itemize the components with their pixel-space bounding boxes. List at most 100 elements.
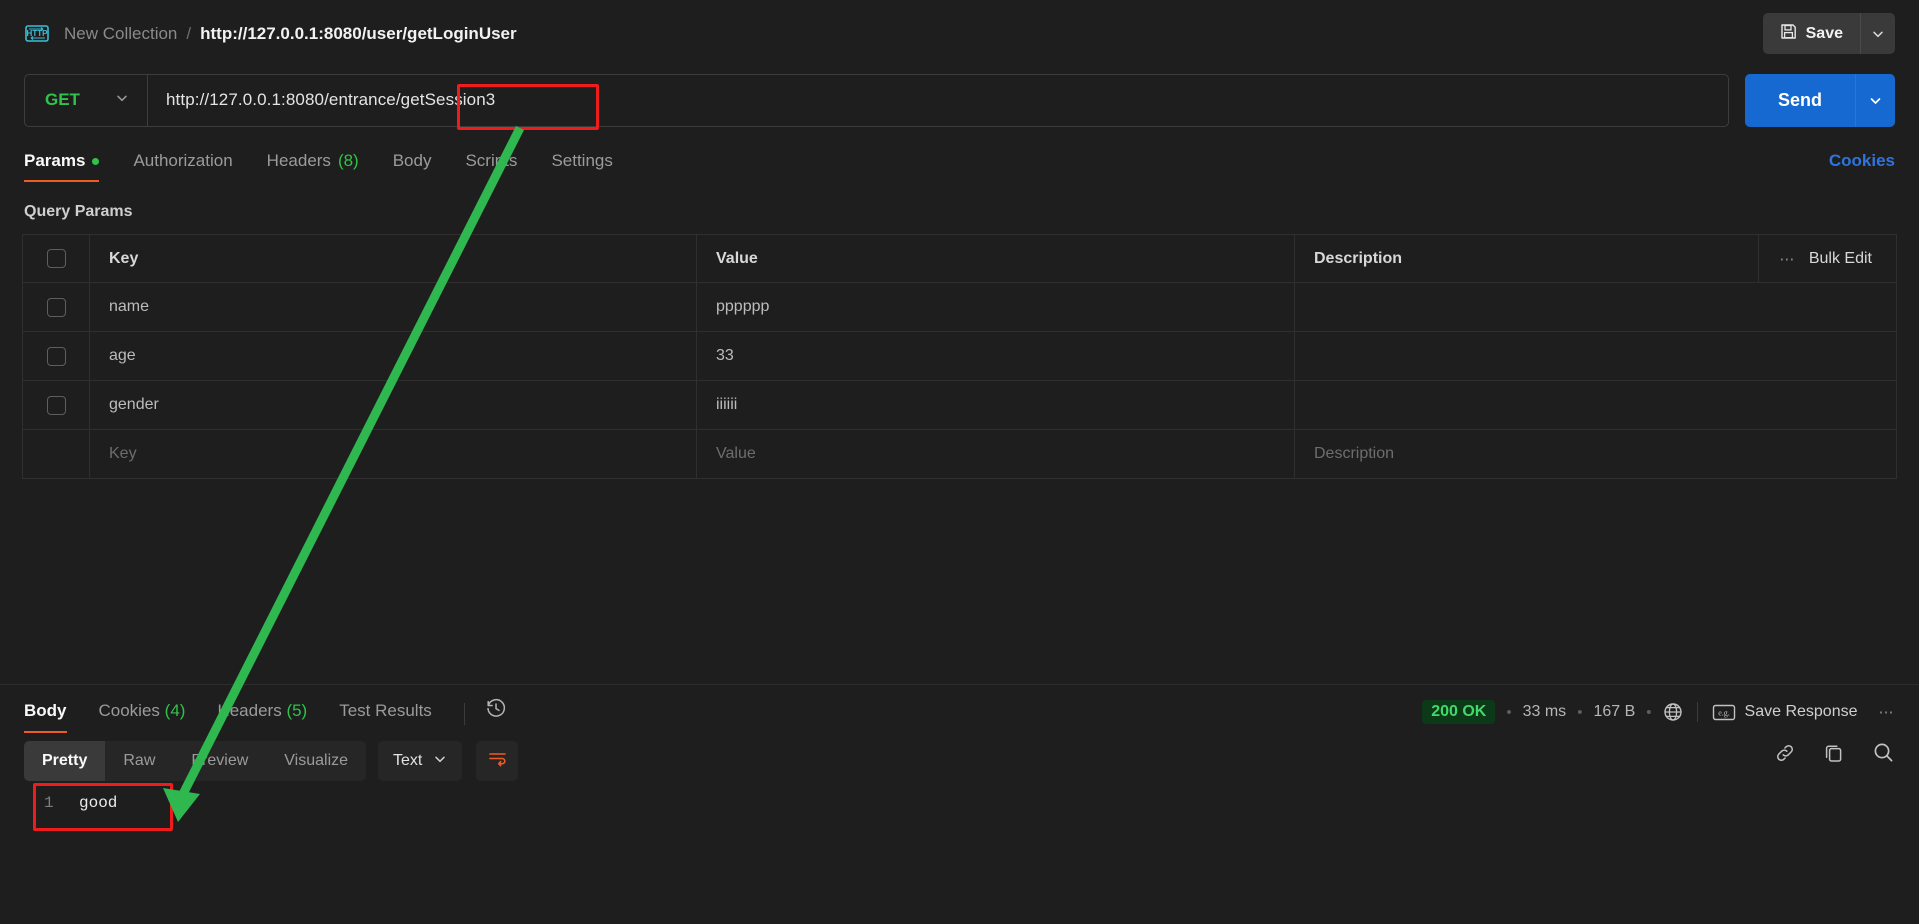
meta-separator-2: • xyxy=(1577,703,1583,721)
select-all-cell xyxy=(23,235,90,282)
method-chevron-down-icon xyxy=(115,91,129,110)
response-tab-headers[interactable]: Headers (5) xyxy=(217,701,307,733)
row-select-cell xyxy=(23,332,90,380)
search-icon[interactable] xyxy=(1872,741,1895,764)
request-tabs: Params Authorization Headers (8) Body Sc… xyxy=(0,140,1919,182)
breadcrumb-collection[interactable]: New Collection xyxy=(64,24,177,44)
url-row: GET http://127.0.0.1:8080/entrance/getSe… xyxy=(0,70,1919,130)
response-time: 33 ms xyxy=(1522,703,1567,720)
example-response-icon[interactable]: e.g. xyxy=(1712,703,1736,722)
response-status-bar: 200 OK • 33 ms • 167 B • e.g. Save Respo… xyxy=(1422,700,1895,724)
tab-authorization[interactable]: Authorization xyxy=(133,151,232,182)
tab-settings[interactable]: Settings xyxy=(551,151,612,182)
tab-scripts-label: Scripts xyxy=(465,151,518,170)
tab-headers[interactable]: Headers (8) xyxy=(267,151,359,182)
format-tab-visualize[interactable]: Visualize xyxy=(266,741,366,781)
save-options-chevron-down-icon[interactable] xyxy=(1860,13,1895,54)
row-select-cell xyxy=(23,381,90,429)
tabs-divider xyxy=(463,703,465,725)
top-bar-actions: Save xyxy=(1762,13,1895,54)
column-header-description: Description xyxy=(1295,235,1759,282)
table-row[interactable]: age 33 xyxy=(23,332,1896,381)
tab-scripts[interactable]: Scripts xyxy=(465,151,517,182)
table-options-icon[interactable]: ⋯ xyxy=(1779,250,1796,268)
table-placeholder-row[interactable]: Key Value Description xyxy=(23,430,1896,479)
network-globe-icon[interactable] xyxy=(1663,702,1683,722)
format-tab-raw[interactable]: Raw xyxy=(105,741,173,781)
row-description-cell[interactable] xyxy=(1295,283,1896,331)
copy-icon[interactable] xyxy=(1823,742,1845,764)
save-response-button[interactable]: Save Response xyxy=(1745,703,1858,721)
url-input[interactable]: http://127.0.0.1:8080/entrance/getSessio… xyxy=(148,75,1728,126)
row-value-cell[interactable]: pppppp xyxy=(697,283,1295,331)
table-row[interactable]: gender iiiiii xyxy=(23,381,1896,430)
send-options-chevron-down-icon[interactable] xyxy=(1855,73,1895,127)
tab-body[interactable]: Body xyxy=(393,151,432,182)
response-tab-cookies-count: (4) xyxy=(164,701,186,720)
http-protocol-icon: HTTP xyxy=(24,21,50,47)
placeholder-value-cell[interactable]: Value xyxy=(697,430,1295,478)
response-more-options-icon[interactable]: ⋯ xyxy=(1879,703,1896,721)
response-tab-cookies[interactable]: Cookies (4) xyxy=(99,701,186,733)
response-size: 167 B xyxy=(1593,703,1636,720)
cookies-link[interactable]: Cookies xyxy=(1829,151,1895,171)
code-line: 1 good xyxy=(24,790,1895,816)
row-select-cell xyxy=(23,283,90,331)
response-tab-test-results-label: Test Results xyxy=(339,701,432,720)
row-checkbox[interactable] xyxy=(46,346,66,366)
row-key-cell[interactable]: name xyxy=(90,283,697,331)
top-bar: HTTP New Collection / http://127.0.0.1:8… xyxy=(0,0,1919,68)
response-tab-body-label: Body xyxy=(24,701,67,720)
response-format-toolbar: Pretty Raw Preview Visualize Text xyxy=(0,738,1919,784)
format-tab-preview[interactable]: Preview xyxy=(173,741,266,781)
url-box: GET http://127.0.0.1:8080/entrance/getSe… xyxy=(24,73,1729,127)
save-button[interactable]: Save xyxy=(1762,13,1860,54)
table-row[interactable]: name pppppp xyxy=(23,283,1896,332)
floppy-disk-icon xyxy=(1780,23,1797,45)
send-button[interactable]: Send xyxy=(1744,73,1855,127)
postman-window: HTTP New Collection / http://127.0.0.1:8… xyxy=(0,0,1919,924)
row-checkbox[interactable] xyxy=(46,395,66,415)
response-body-viewer[interactable]: 1 good xyxy=(0,784,1919,816)
row-checkbox[interactable] xyxy=(46,297,66,317)
wrap-lines-button[interactable] xyxy=(476,741,519,781)
placeholder-description-label: Description xyxy=(1314,445,1395,462)
response-tab-headers-label: Headers xyxy=(217,701,282,720)
column-header-key: Key xyxy=(90,235,697,282)
wrap-text-icon xyxy=(488,750,507,772)
row-value-cell[interactable]: iiiiii xyxy=(697,381,1295,429)
params-modified-dot-icon xyxy=(92,157,100,165)
response-tab-body[interactable]: Body xyxy=(24,701,67,733)
meta-separator-1: • xyxy=(1506,703,1512,721)
select-all-checkbox[interactable] xyxy=(46,249,66,268)
placeholder-key-cell[interactable]: Key xyxy=(90,430,697,478)
row-key-cell[interactable]: gender xyxy=(90,381,697,429)
content-type-label: Text xyxy=(393,752,423,769)
row-value-cell[interactable]: 33 xyxy=(697,332,1295,380)
tab-authorization-label: Authorization xyxy=(133,151,233,170)
status-badge: 200 OK xyxy=(1422,700,1496,724)
row-description-cell[interactable] xyxy=(1295,381,1896,429)
meta-separator-3: • xyxy=(1646,703,1652,721)
response-tab-cookies-label: Cookies xyxy=(98,701,160,720)
http-method-select[interactable]: GET xyxy=(25,74,148,126)
response-history-icon[interactable] xyxy=(485,697,507,724)
bulk-edit-button[interactable]: Bulk Edit xyxy=(1809,250,1872,268)
meta-divider xyxy=(1696,702,1698,722)
response-tab-test-results[interactable]: Test Results xyxy=(339,701,432,733)
link-icon[interactable] xyxy=(1774,742,1796,764)
placeholder-description-cell[interactable]: Description xyxy=(1295,430,1896,478)
tab-body-label: Body xyxy=(392,151,432,170)
tab-headers-count: (8) xyxy=(337,151,359,170)
query-params-title: Query Params xyxy=(24,203,133,220)
content-type-select[interactable]: Text xyxy=(378,741,463,781)
http-method-label: GET xyxy=(45,90,80,109)
tab-params[interactable]: Params xyxy=(24,151,100,182)
breadcrumb-current-request[interactable]: http://127.0.0.1:8080/user/getLoginUser xyxy=(200,24,517,44)
row-key-value: name xyxy=(109,298,150,315)
row-description-cell[interactable] xyxy=(1295,332,1896,380)
format-tab-pretty[interactable]: Pretty xyxy=(24,741,106,781)
svg-text:HTTP: HTTP xyxy=(27,29,49,38)
row-value-value: 33 xyxy=(716,347,734,364)
row-key-cell[interactable]: age xyxy=(90,332,697,380)
